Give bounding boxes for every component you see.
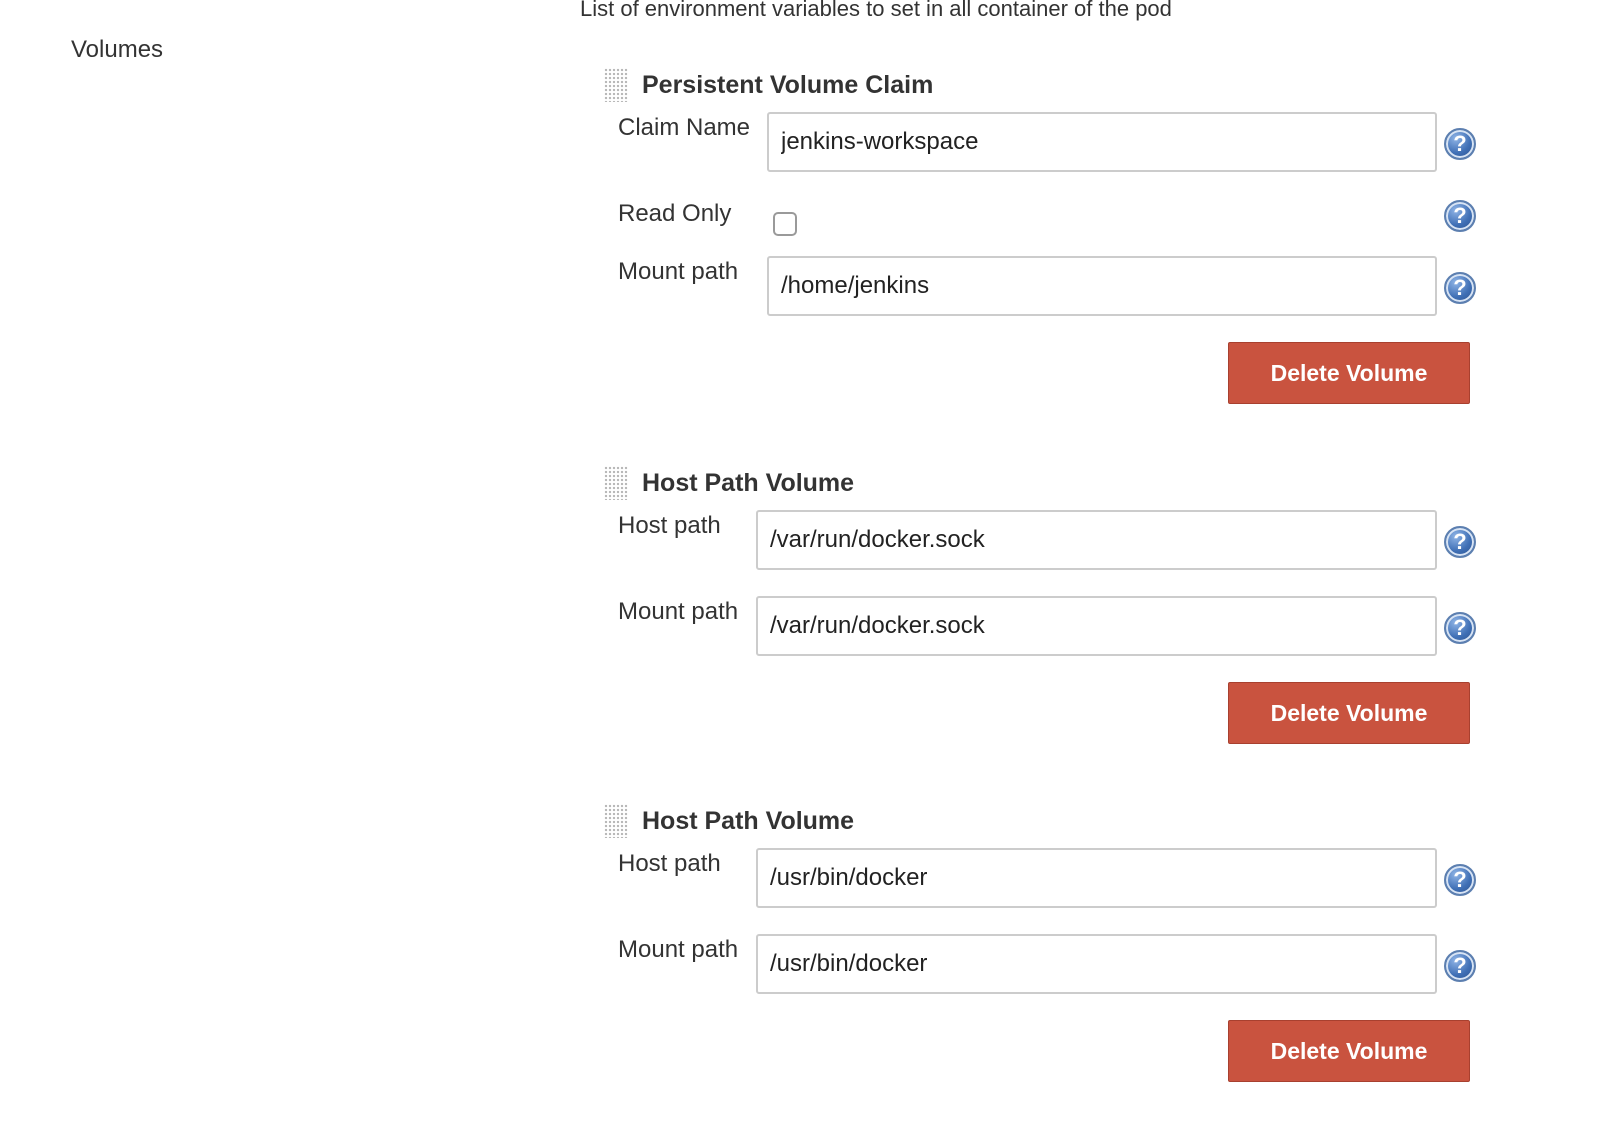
mount-path-input[interactable] <box>756 934 1437 994</box>
volume-header: Host Path Volume <box>604 465 854 501</box>
volumes-section-label: Volumes <box>71 36 164 63</box>
volume-header: Persistent Volume Claim <box>604 67 933 103</box>
read-only-label: Read Only <box>618 200 732 227</box>
mount-path-label: Mount path <box>618 936 739 963</box>
host-path-input[interactable] <box>756 848 1437 908</box>
help-icon[interactable]: ? <box>1444 272 1476 304</box>
drag-handle-icon[interactable] <box>604 466 628 500</box>
read-only-row: Read Only ? <box>604 198 1484 260</box>
host-path-label: Host path <box>618 850 721 877</box>
mount-path-input[interactable] <box>767 256 1437 316</box>
help-icon[interactable]: ? <box>1444 128 1476 160</box>
help-icon[interactable]: ? <box>1444 864 1476 896</box>
mount-path-row: Mount path ? <box>604 596 1484 658</box>
delete-volume-button[interactable]: Delete Volume <box>1228 342 1470 404</box>
help-icon[interactable]: ? <box>1444 526 1476 558</box>
mount-path-label: Mount path <box>618 258 739 285</box>
help-icon[interactable]: ? <box>1444 950 1476 982</box>
claim-name-row: Claim Name ? <box>604 112 1484 174</box>
help-icon[interactable]: ? <box>1444 612 1476 644</box>
volume-title: Persistent Volume Claim <box>642 70 934 99</box>
volume-title: Host Path Volume <box>642 806 855 835</box>
claim-name-input[interactable] <box>767 112 1437 172</box>
mount-path-row: Mount path ? <box>604 256 1484 318</box>
mount-path-input[interactable] <box>756 596 1437 656</box>
read-only-checkbox[interactable] <box>773 212 797 236</box>
delete-volume-button[interactable]: Delete Volume <box>1228 1020 1470 1082</box>
host-path-row: Host path ? <box>604 848 1484 910</box>
host-path-row: Host path ? <box>604 510 1484 572</box>
help-icon[interactable]: ? <box>1444 200 1476 232</box>
mount-path-label: Mount path <box>618 598 739 625</box>
volume-title: Host Path Volume <box>642 468 855 497</box>
host-path-input[interactable] <box>756 510 1437 570</box>
host-path-label: Host path <box>618 512 721 539</box>
claim-name-label: Claim Name <box>618 114 751 141</box>
drag-handle-icon[interactable] <box>604 804 628 838</box>
mount-path-row: Mount path ? <box>604 934 1484 996</box>
delete-volume-button[interactable]: Delete Volume <box>1228 682 1470 744</box>
volume-header: Host Path Volume <box>604 803 854 839</box>
drag-handle-icon[interactable] <box>604 68 628 102</box>
env-variables-description: List of environment variables to set in … <box>580 0 1172 21</box>
